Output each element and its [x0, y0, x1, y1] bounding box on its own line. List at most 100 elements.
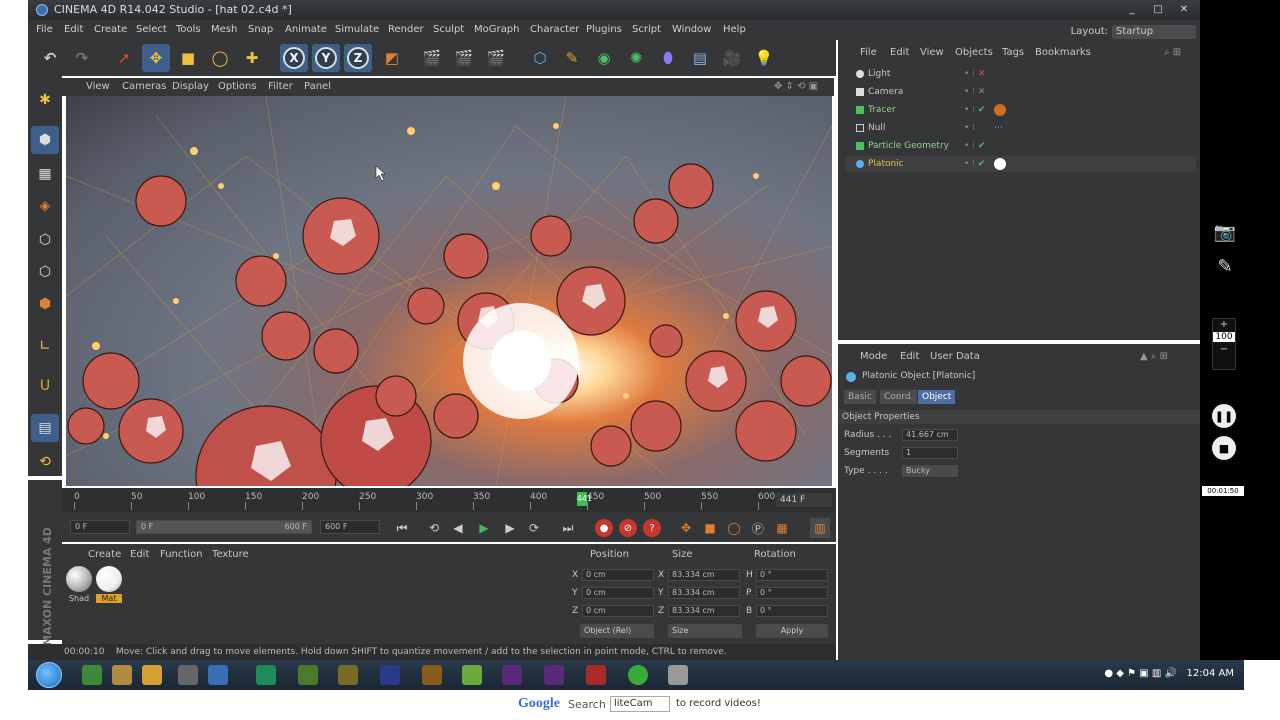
current-frame-field[interactable]: 441 F — [776, 493, 832, 507]
taskbar-app-explorer-icon[interactable] — [112, 665, 132, 685]
maximize-button[interactable]: □ — [1146, 2, 1170, 18]
mat-menu-function[interactable]: Function — [160, 547, 203, 563]
rotate-tool-button[interactable]: ◯ — [206, 44, 234, 72]
menu-mograph[interactable]: MoGraph — [474, 20, 519, 40]
material-swatch-mat[interactable] — [96, 566, 122, 592]
prev-key-button[interactable]: ⟲ — [424, 518, 444, 538]
key-rotation-button[interactable]: ◯ — [724, 518, 744, 538]
object-row-camera[interactable]: Camera • ⁝ ✕ — [846, 84, 1196, 100]
layout-select[interactable]: Startup — [1112, 25, 1196, 39]
menu-tools[interactable]: Tools — [176, 20, 201, 40]
taskbar-app-media-icon[interactable] — [82, 665, 102, 685]
menu-render[interactable]: Render — [388, 20, 424, 40]
menu-mesh[interactable]: Mesh — [211, 20, 237, 40]
menu-plugins[interactable]: Plugins — [586, 20, 622, 40]
y-axis-toggle[interactable]: Y — [312, 44, 340, 72]
mat-menu-texture[interactable]: Texture — [212, 547, 249, 563]
coord-size-mode-select[interactable]: Size — [668, 624, 742, 638]
attr-menu-edit[interactable]: Edit — [900, 350, 919, 364]
material-swatch-shad[interactable] — [66, 566, 92, 592]
select-tool-button[interactable]: ➚ — [110, 44, 138, 72]
workplane-button[interactable]: ◈ — [31, 192, 59, 220]
timeline[interactable]: 0 50 100 150 200 250 300 350 400 450 500… — [62, 488, 836, 512]
menu-create[interactable]: Create — [94, 20, 127, 40]
menu-help[interactable]: Help — [723, 20, 746, 40]
viewport-menu-filter[interactable]: Filter — [268, 78, 293, 96]
prev-frame-button[interactable]: ◀ — [448, 518, 468, 538]
minimize-button[interactable]: _ — [1120, 2, 1144, 18]
object-row-light[interactable]: Light • ⁝ ✕ — [846, 66, 1196, 82]
position-y-field[interactable]: 0 cm — [582, 587, 654, 599]
viewport-menu-options[interactable]: Options — [218, 78, 257, 96]
make-editable-button[interactable]: ✱ — [31, 86, 59, 114]
coord-mode-select[interactable]: Object (Rel) — [580, 624, 654, 638]
render-settings-button[interactable]: 🎬 — [482, 44, 510, 72]
auto-key-button[interactable]: ⊘ — [618, 518, 638, 538]
axis-mode-button[interactable]: ∟ — [31, 332, 59, 360]
pen-draw-icon[interactable]: ✎ — [1212, 256, 1238, 278]
coord-apply-button[interactable]: Apply — [756, 624, 828, 638]
record-keys-button[interactable]: ● — [594, 518, 614, 538]
visibility-dots[interactable]: • ⁝ — [964, 120, 975, 136]
object-row-platonic[interactable]: Platonic • ⁝ ✔ — [846, 156, 1196, 172]
menu-window[interactable]: Window — [672, 20, 711, 40]
size-y-field[interactable]: 83.334 cm — [668, 587, 740, 599]
obj-menu-view[interactable]: View — [920, 46, 944, 60]
material-tag-icon[interactable] — [994, 104, 1006, 116]
system-tray[interactable]: ● ◆ ⚑ ▣ ▥ 🔊 12:04 AM — [1104, 668, 1234, 679]
timeline-window-button[interactable]: ▥ — [810, 518, 830, 538]
visibility-dots[interactable]: • ⁝ ✕ — [964, 66, 985, 82]
goto-end-button[interactable]: ⏭ — [558, 518, 578, 538]
position-z-field[interactable]: 0 cm — [582, 605, 654, 617]
taskbar-app-illustrator-icon[interactable] — [422, 665, 442, 685]
add-camera-button[interactable]: 🎥 — [718, 44, 746, 72]
display-tag-icon[interactable]: ⋯ — [994, 122, 1006, 134]
google-search-box[interactable]: liteCam — [610, 696, 670, 712]
taskbar-app-shield-icon[interactable] — [178, 665, 198, 685]
undo-button[interactable]: ↶ — [36, 44, 64, 72]
taskbar-app-toolbox-icon[interactable] — [338, 665, 358, 685]
taskbar-app-camtasia-icon[interactable] — [298, 665, 318, 685]
rotation-b-field[interactable]: 0 ° — [756, 605, 828, 617]
menu-character[interactable]: Character — [530, 20, 579, 40]
redo-button[interactable]: ↷ — [68, 44, 96, 72]
menu-simulate[interactable]: Simulate — [335, 20, 379, 40]
taskbar-app-aftereffects-icon[interactable] — [502, 665, 522, 685]
polygons-mode-button[interactable]: ⬢ — [31, 290, 59, 318]
key-position-button[interactable]: ✥ — [676, 518, 696, 538]
add-deformer-button[interactable]: ⬮ — [654, 44, 682, 72]
texture-mode-button[interactable]: ▦ — [31, 160, 59, 188]
object-row-tracer[interactable]: Tracer • ⁝ ✔ — [846, 102, 1196, 118]
snap-button[interactable]: U — [31, 372, 59, 400]
timeline-ruler[interactable]: 0 50 100 150 200 250 300 350 400 450 500… — [70, 488, 775, 512]
z-axis-toggle[interactable]: Z — [344, 44, 372, 72]
render-view-button[interactable]: 🎬 — [418, 44, 446, 72]
scale-tool-button[interactable]: ■ — [174, 44, 202, 72]
close-button[interactable]: ✕ — [1172, 2, 1196, 18]
menu-sculpt[interactable]: Sculpt — [433, 20, 464, 40]
menu-script[interactable]: Script — [632, 20, 661, 40]
material-tag-icon[interactable] — [994, 158, 1006, 170]
taskbar-app-excel-icon[interactable] — [256, 665, 276, 685]
pause-recording-button[interactable]: ❚❚ — [1212, 404, 1236, 428]
attr-nav-icons[interactable]: ▲ ⌕ ⊞ — [1140, 350, 1168, 364]
size-z-field[interactable]: 83.334 cm — [668, 605, 740, 617]
x-axis-toggle[interactable]: X — [280, 44, 308, 72]
zoom-out-button[interactable]: − — [1213, 344, 1235, 355]
play-button[interactable]: ▶ — [474, 518, 494, 538]
visibility-dots[interactable]: • ⁝ ✔ — [964, 156, 985, 172]
object-row-particle-geometry[interactable]: Particle Geometry • ⁝ ✔ — [846, 138, 1196, 154]
size-x-field[interactable]: 83.334 cm — [668, 569, 740, 581]
model-mode-button[interactable]: ⬢ — [31, 126, 59, 154]
add-floor-button[interactable]: ▤ — [686, 44, 714, 72]
rotation-p-field[interactable]: 0 ° — [756, 587, 828, 599]
menu-animate[interactable]: Animate — [285, 20, 327, 40]
obj-menu-objects[interactable]: Objects — [955, 46, 993, 60]
taskbar-app-premiere-icon[interactable] — [544, 665, 564, 685]
live-select-button[interactable]: ✚ — [238, 44, 266, 72]
taskbar-app-generic-icon[interactable] — [668, 665, 688, 685]
preview-range-slider[interactable]: 0 F 600 F — [136, 520, 312, 534]
taskbar-app-acrobat-icon[interactable] — [586, 665, 606, 685]
edges-mode-button[interactable]: ⬡ — [31, 258, 59, 286]
attr-menu-mode[interactable]: Mode — [860, 350, 887, 364]
